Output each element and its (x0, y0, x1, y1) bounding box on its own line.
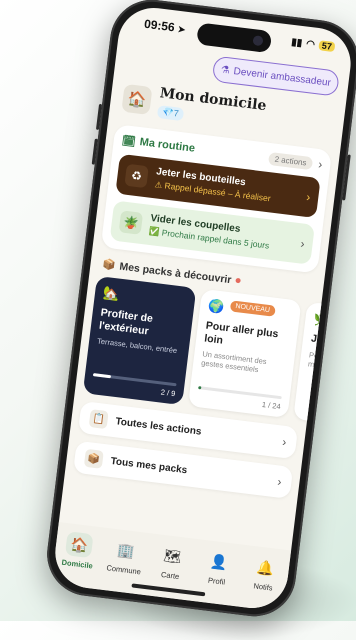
tab-profil[interactable]: 👤 Profil (196, 547, 240, 588)
building-icon: 🏢 (116, 540, 136, 559)
routine-card[interactable]: 🗓 Ma routine 2 actions › ♻ Jeter les bou… (100, 123, 333, 274)
routine-title: 🗓 Ma routine (121, 134, 196, 155)
pack-title: Profiter de l'extérieur (98, 306, 154, 338)
map-icon: 🗺 (162, 546, 183, 565)
pack-progress-bar (198, 386, 282, 400)
phone-screen: 09:56 ➤ ▮▮ ◠ 57 ⚗ Devenir ambassadeur 🏠 … (51, 3, 355, 613)
chevron-right-icon: › (305, 189, 312, 205)
box-icon: 📦 (83, 448, 104, 469)
checklist-icon: 📋 (88, 409, 109, 430)
chevron-right-icon: › (281, 434, 288, 450)
house-icon: 🏠 (65, 531, 94, 559)
phone-device: 09:56 ➤ ▮▮ ◠ 57 ⚗ Devenir ambassadeur 🏠 … (42, 0, 356, 621)
list-label: Tous mes packs (110, 455, 188, 476)
pack-card-exterieur[interactable]: 🏡 Profiter de l'extérieur Terrasse, balc… (82, 275, 197, 406)
status-icons: ▮▮ ◠ 57 (290, 36, 336, 53)
flask-icon: ⚗ (220, 63, 231, 76)
calendar-check-icon: 🗓 (121, 134, 137, 149)
user-icon: 👤 (209, 552, 229, 571)
tab-notifs[interactable]: 🔔 Notifs (243, 553, 287, 594)
recycle-icon: ♻ (124, 163, 149, 189)
actions-count-badge: 2 actions (267, 151, 314, 170)
location-arrow-icon: ➤ (177, 23, 186, 35)
tab-domicile[interactable]: 🏠 Domicile (57, 530, 101, 571)
chevron-right-icon: › (276, 474, 283, 489)
list-label: Toutes les actions (114, 415, 203, 438)
house-icon: 🏡 (102, 284, 121, 302)
signal-icon: ▮▮ (290, 36, 303, 49)
status-time: 09:56 ➤ (143, 16, 186, 35)
pack-desc: Un assortiment des gestes essentiels (200, 349, 268, 375)
home-indicator (131, 583, 206, 597)
tab-commune[interactable]: 🏢 Commune (103, 536, 147, 577)
chevron-right-icon[interactable]: › (318, 157, 324, 171)
wifi-icon: ◠ (305, 38, 316, 51)
pack-card-plus-loin[interactable]: 🌍 NOUVEAU Pour aller plus loin Un assort… (187, 288, 302, 419)
pack-progress-label: 2 / 9 (160, 387, 176, 399)
battery-indicator: 57 (318, 40, 336, 53)
house-icon: 🏠 (121, 83, 153, 115)
pack-progress-label: 1 / 24 (261, 399, 282, 412)
chevron-right-icon: › (299, 236, 306, 251)
pack-title: Pour aller plus loin (203, 319, 280, 347)
packs-carousel[interactable]: 🏡 Profiter de l'extérieur Terrasse, balc… (75, 275, 348, 424)
plant-icon: 🪴 (118, 210, 144, 235)
points-badge: 💎7 (156, 105, 185, 122)
pack-progress-bar (92, 373, 177, 387)
tab-carte[interactable]: 🗺 Carte (150, 542, 194, 583)
notification-dot (235, 277, 241, 284)
bell-icon: 🔔 (255, 558, 276, 577)
package-icon: 📦 (101, 258, 117, 272)
